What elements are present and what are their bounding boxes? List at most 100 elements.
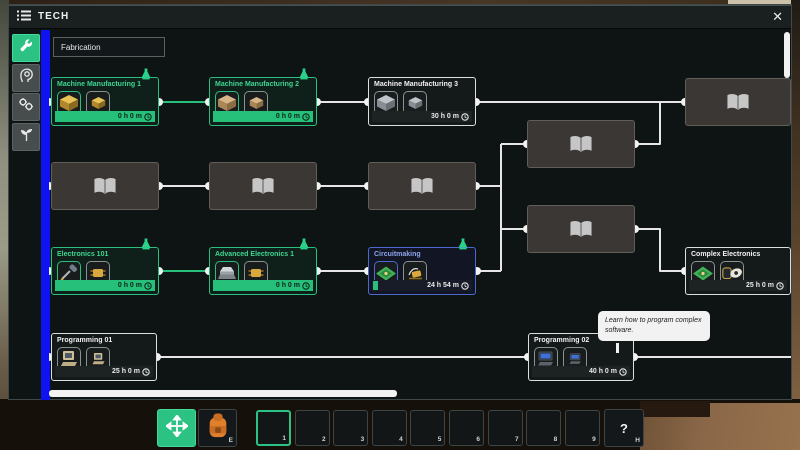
hotbar-slot-8[interactable]: 8: [526, 410, 561, 446]
panel-header: TECH ✕: [9, 5, 791, 29]
tech-node-machine-manufacturing-3[interactable]: Machine Manufacturing 3 30 h 0 m: [368, 77, 476, 126]
close-icon[interactable]: ✕: [772, 10, 783, 23]
tech-node-programming-01[interactable]: Programming 01 25 h 0 m: [51, 333, 157, 381]
backpack-icon: [206, 412, 230, 445]
tech-node-title: Machine Manufacturing 1: [57, 81, 141, 88]
tech-node-title: Programming 01: [57, 337, 112, 344]
book-icon: [686, 79, 790, 125]
tech-node-unknown-row2-1[interactable]: [51, 162, 159, 210]
research-time: 0 h 0 m: [276, 282, 300, 289]
slot-key-label: 9: [592, 436, 596, 443]
research-time-bar: 0 h 0 m: [213, 280, 313, 291]
tooltip-tail: [616, 343, 619, 353]
hotbar-slot-2[interactable]: 2: [295, 410, 330, 446]
clock-icon: [461, 113, 469, 121]
sidebar-tab-machines[interactable]: [12, 93, 40, 121]
tooltip: Learn how to program complex software.: [598, 311, 710, 341]
inventory-button[interactable]: E: [198, 409, 237, 447]
move-tool-button[interactable]: [157, 409, 196, 447]
help-button[interactable]: ? H: [604, 409, 644, 447]
tech-node-title: Machine Manufacturing 3: [374, 81, 458, 88]
research-time: 0 h 0 m: [118, 113, 142, 120]
tech-node-advanced-electronics-1[interactable]: Advanced Electronics 1 0 h 0 m: [209, 247, 317, 295]
book-icon: [528, 206, 634, 252]
plant-icon: [19, 127, 34, 147]
tech-node-title: Electronics 101: [57, 251, 108, 258]
list-menu-icon: [17, 8, 31, 26]
tech-node-electronics-101[interactable]: Electronics 101 0 h 0 m: [51, 247, 159, 295]
sidebar-tab-research[interactable]: [12, 64, 40, 92]
research-flask-icon: [140, 67, 152, 79]
tech-node-machine-manufacturing-1[interactable]: Machine Manufacturing 1 0 h 0 m: [51, 77, 159, 126]
progress-sliver: [373, 281, 378, 290]
research-flask-icon: [298, 237, 310, 249]
research-time-bar: 30 h 0 m: [372, 111, 472, 122]
slot-key-label: 1: [282, 435, 286, 442]
hotbar-slot-9[interactable]: 9: [565, 410, 600, 446]
slot-key-label: 8: [554, 436, 558, 443]
research-time-bar: 25 h 0 m: [689, 280, 787, 291]
panel-title: TECH: [38, 11, 69, 22]
hotbar-slot-7[interactable]: 7: [488, 410, 523, 446]
tech-node-unknown-top-right[interactable]: [685, 78, 791, 126]
research-time: 30 h 0 m: [431, 113, 459, 120]
tech-node-title: Complex Electronics: [691, 251, 760, 258]
research-flask-icon: [140, 237, 152, 249]
hotbar-slot-3[interactable]: 3: [333, 410, 368, 446]
help-key-label: H: [635, 437, 640, 444]
research-time-bar: 0 h 0 m: [213, 111, 313, 122]
tech-node-title: Programming 02: [534, 337, 589, 344]
hotbar-slot-4[interactable]: 4: [372, 410, 407, 446]
research-time: 0 h 0 m: [118, 282, 142, 289]
slot-key-label: 3: [361, 436, 365, 443]
gears-icon: [18, 97, 34, 117]
book-icon: [210, 163, 316, 209]
slot-key-label: 4: [399, 436, 403, 443]
research-time: 40 h 0 m: [589, 368, 617, 375]
clock-icon: [144, 113, 152, 121]
tech-node-title: Advanced Electronics 1: [215, 251, 294, 258]
vertical-scrollbar[interactable]: [784, 32, 790, 78]
move-cross-icon: [166, 415, 188, 442]
clock-icon: [142, 368, 150, 376]
hotbar-slot-1[interactable]: 1: [256, 410, 291, 446]
clock-icon: [302, 113, 310, 121]
tooltip-text: Learn how to program complex software.: [605, 317, 702, 334]
tech-tree-viewport[interactable]: Machine Manufacturing 10 h 0 mMachine Ma…: [49, 30, 799, 400]
head-gear-icon: [19, 67, 34, 88]
tech-node-machine-manufacturing-2[interactable]: Machine Manufacturing 20 h 0 m: [209, 77, 317, 126]
tech-node-circuitmaking[interactable]: Circuitmaking 24 h 54 m: [368, 247, 476, 295]
wrench-icon: [19, 38, 34, 58]
book-icon: [528, 121, 634, 167]
research-flask-icon: [457, 237, 469, 249]
sidebar-tab-fabrication[interactable]: [12, 34, 40, 62]
tech-node-unknown-mid-top[interactable]: [527, 120, 635, 168]
hotbar-slot-5[interactable]: 5: [410, 410, 445, 446]
tech-node-title: Circuitmaking: [374, 251, 421, 258]
help-question-label: ?: [620, 421, 628, 436]
research-time-bar: 40 h 0 m: [532, 366, 630, 377]
hotbar-slot-6[interactable]: 6: [449, 410, 484, 446]
clock-icon: [776, 282, 784, 290]
horizontal-scrollbar[interactable]: [49, 390, 397, 397]
slot-key-label: 5: [438, 436, 442, 443]
research-time-bar: 24 h 54 m: [372, 280, 472, 291]
tech-node-unknown-mid-bottom[interactable]: [527, 205, 635, 253]
clock-icon: [144, 282, 152, 290]
research-time: 0 h 0 m: [276, 113, 300, 120]
tech-node-complex-electronics[interactable]: Complex Electronics 25 h 0 m: [685, 247, 791, 295]
clock-icon: [461, 282, 469, 290]
inventory-key-label: E: [229, 437, 233, 444]
research-time-bar: 25 h 0 m: [55, 366, 153, 377]
book-icon: [369, 163, 475, 209]
slot-key-label: 6: [476, 436, 480, 443]
slot-key-label: 7: [515, 436, 519, 443]
sidebar-tab-agriculture[interactable]: [12, 123, 40, 151]
slot-key-label: 2: [322, 436, 326, 443]
tech-node-unknown-row2-2[interactable]: [209, 162, 317, 210]
clock-icon: [619, 368, 627, 376]
game-world-shelf: [640, 401, 710, 417]
tech-node-unknown-row2-3[interactable]: [368, 162, 476, 210]
research-flask-icon: [298, 67, 310, 79]
research-time: 25 h 0 m: [112, 368, 140, 375]
